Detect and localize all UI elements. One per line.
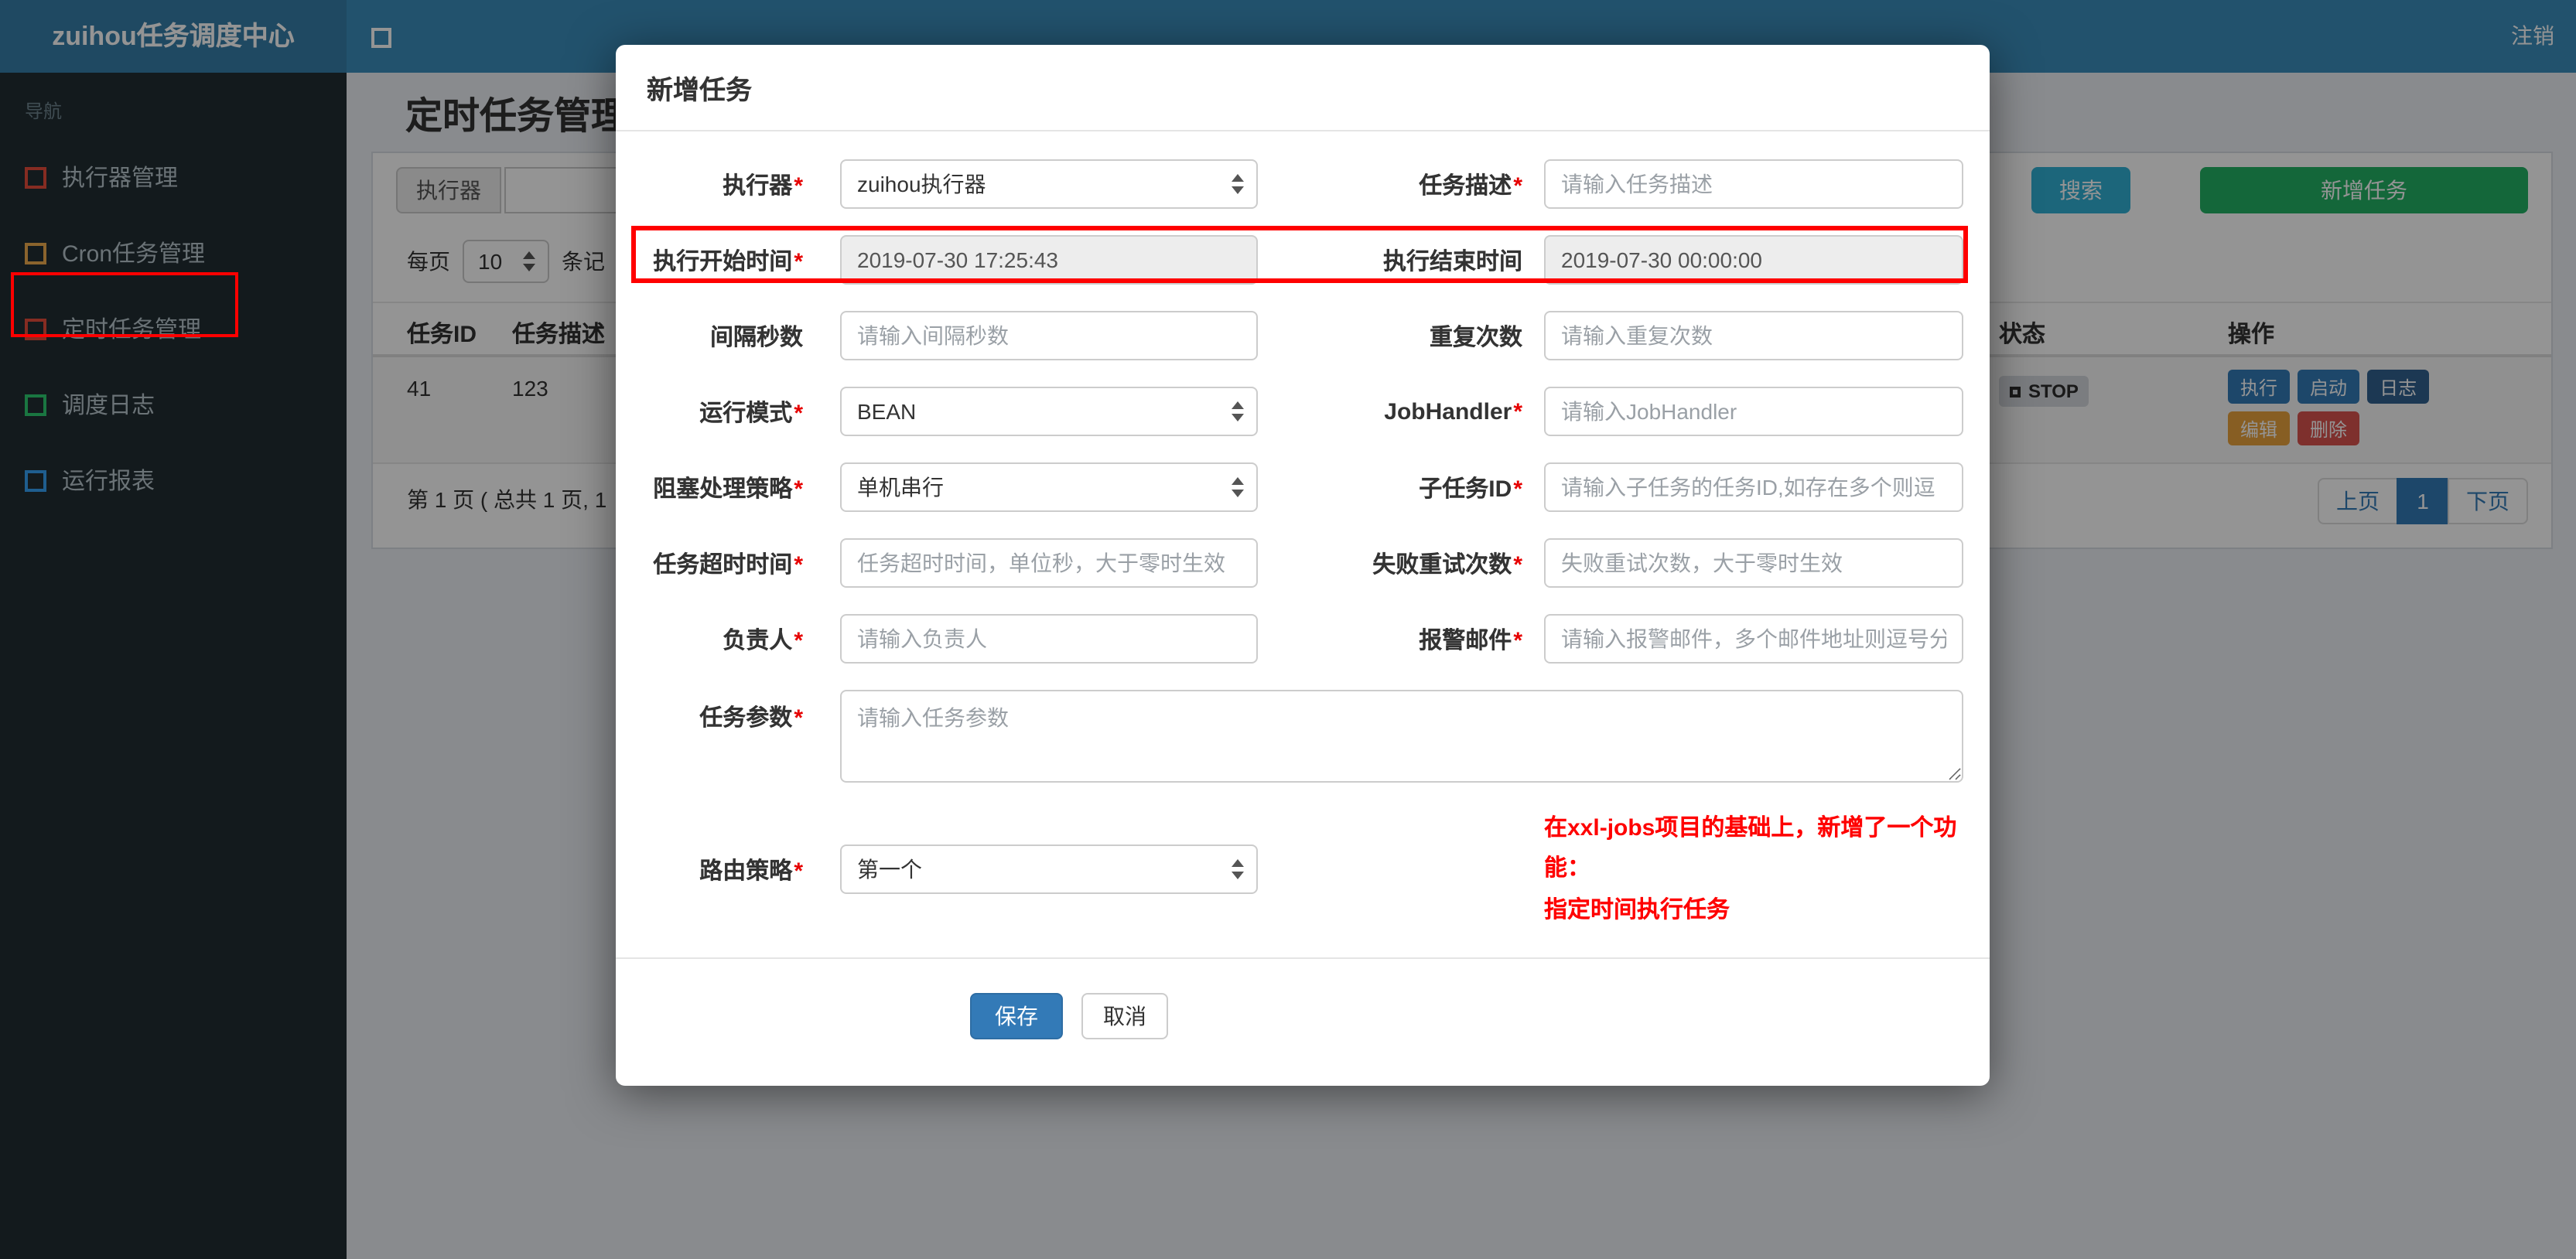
form-row-timeout-retry: 任务超时时间* 失败重试次数* xyxy=(616,538,1990,588)
required-star: * xyxy=(794,627,803,653)
route-strategy-label: 路由策略 * xyxy=(699,858,803,885)
interval-input[interactable] xyxy=(840,311,1258,360)
form-row-interval-repeat: 间隔秒数 重复次数 xyxy=(616,311,1990,360)
feature-note-line2: 指定时间执行任务 xyxy=(1544,896,1730,923)
timeout-label: 任务超时时间 * xyxy=(653,551,803,578)
alarm-email-label: 报警邮件 * xyxy=(1419,627,1522,653)
modal-body: 执行器* zuihou执行器 任务描述* 执行开始时间* 执行结束时间 间隔秒数… xyxy=(616,131,1990,1039)
child-job-id-input[interactable] xyxy=(1544,462,1963,512)
executor-select[interactable]: zuihou执行器 xyxy=(840,159,1258,209)
end-time-input[interactable] xyxy=(1544,235,1963,285)
modal-footer: 保存 取消 xyxy=(970,992,1990,1039)
executor-select-value: zuihou执行器 xyxy=(857,172,986,196)
run-mode-label: 运行模式 * xyxy=(699,400,803,426)
required-star: * xyxy=(1513,476,1522,502)
repeat-count-input[interactable] xyxy=(1544,311,1963,360)
feature-note: 在xxl-jobs项目的基础上，新增了一个功能： 指定时间执行任务 xyxy=(1544,809,1990,931)
owner-input[interactable] xyxy=(840,614,1258,664)
required-star: * xyxy=(794,172,803,199)
fail-retry-input[interactable] xyxy=(1544,538,1963,588)
save-button[interactable]: 保存 xyxy=(970,992,1063,1039)
required-star: * xyxy=(794,476,803,502)
route-strategy-select[interactable]: 第一个 xyxy=(840,844,1258,895)
run-mode-select[interactable]: BEAN xyxy=(840,387,1258,436)
form-row-runmode-handler: 运行模式 * BEAN JobHandler * xyxy=(616,387,1990,436)
run-mode-select-value: BEAN xyxy=(857,399,917,424)
interval-label: 间隔秒数 xyxy=(709,324,803,350)
block-strategy-label: 阻塞处理策略 * xyxy=(653,476,803,502)
modal-header: 新增任务 xyxy=(616,45,1990,131)
start-time-input[interactable] xyxy=(840,235,1258,285)
required-star: * xyxy=(794,705,803,732)
form-row-executor-desc: 执行器 * zuihou执行器 任务描述 * xyxy=(616,159,1990,209)
form-row-job-param: 任务参数 * xyxy=(616,690,1990,783)
form-row-route-strategy: 路由策略 * 第一个 在xxl-jobs项目的基础上，新增了一个功能： 指定时间执… xyxy=(616,809,1990,931)
job-param-textarea[interactable] xyxy=(840,690,1963,783)
add-task-modal: 新增任务 执行器* zuihou执行器 任务描述* 执行开始时间* 执行结束时间… xyxy=(616,45,1990,1086)
job-desc-label: 任务描述 * xyxy=(1419,172,1522,199)
select-arrows-icon xyxy=(1232,174,1244,194)
required-star: * xyxy=(1513,398,1522,425)
select-arrows-icon xyxy=(1232,859,1244,880)
job-handler-label: JobHandler * xyxy=(1384,398,1522,425)
form-row-owner-email: 负责人* 报警邮件* xyxy=(616,614,1990,664)
job-desc-input[interactable] xyxy=(1544,159,1963,209)
form-row-times: 执行开始时间* 执行结束时间 xyxy=(616,235,1990,285)
required-star: * xyxy=(794,248,803,275)
end-time-label: 执行结束时间 xyxy=(1382,248,1522,275)
select-arrows-icon xyxy=(1232,401,1244,421)
block-strategy-select-value: 单机串行 xyxy=(857,475,944,500)
child-job-id-label: 子任务ID * xyxy=(1419,476,1522,502)
start-time-label: 执行开始时间 * xyxy=(653,248,803,275)
job-param-label: 任务参数 * xyxy=(699,705,803,732)
cancel-button[interactable]: 取消 xyxy=(1081,992,1168,1039)
feature-note-line1: 在xxl-jobs项目的基础上，新增了一个功能： xyxy=(1544,815,1957,882)
select-arrows-icon xyxy=(1232,477,1244,497)
modal-divider xyxy=(616,957,1990,959)
route-strategy-select-value: 第一个 xyxy=(857,857,922,882)
job-handler-input[interactable] xyxy=(1544,387,1963,436)
required-star: * xyxy=(794,858,803,885)
repeat-count-label: 重复次数 xyxy=(1429,324,1522,350)
fail-retry-label: 失败重试次数 * xyxy=(1372,551,1522,578)
required-star: * xyxy=(1513,551,1522,578)
executor-label: 执行器 * xyxy=(723,172,803,199)
block-strategy-select[interactable]: 单机串行 xyxy=(840,462,1258,512)
modal-title: 新增任务 xyxy=(647,76,752,105)
required-star: * xyxy=(794,551,803,578)
required-star: * xyxy=(794,400,803,426)
screen: zuihou任务调度中心 注销 导航 执行器管理 Cron任务管理 定时任务管理… xyxy=(0,0,2576,1259)
required-star: * xyxy=(1513,172,1522,199)
owner-label: 负责人 * xyxy=(723,627,803,653)
form-row-block-childjob: 阻塞处理策略 * 单机串行 子任务ID * xyxy=(616,462,1990,512)
timeout-input[interactable] xyxy=(840,538,1258,588)
required-star: * xyxy=(1513,627,1522,653)
alarm-email-input[interactable] xyxy=(1544,614,1963,664)
